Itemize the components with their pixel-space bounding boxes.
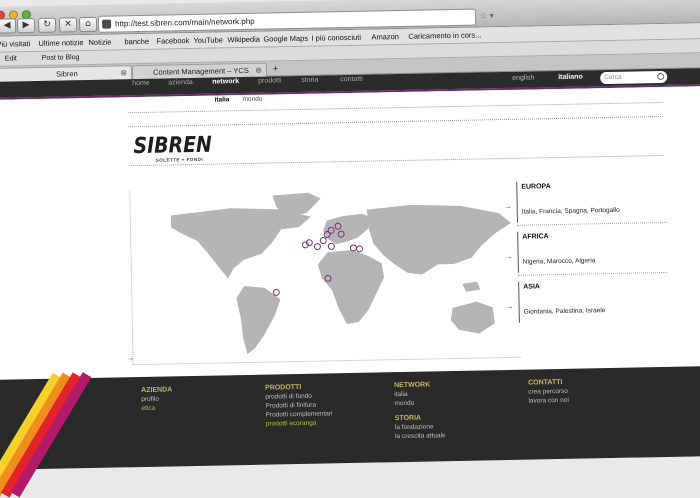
sibren-logo[interactable]: SIBREN SOLETTE + FONDI xyxy=(133,132,225,163)
map-arrow-icon: → xyxy=(126,353,135,363)
footer-azienda: AZIENDA profilo etica xyxy=(141,385,173,413)
site-favicon xyxy=(102,19,112,29)
nav-storia[interactable]: storia xyxy=(301,77,318,84)
footer-contatti: CONTATTI crea percorso lavora con noi xyxy=(528,378,569,406)
tab-label: Sibren xyxy=(55,69,78,79)
page-content: italia mondo SIBREN SOLETTE + FONDI → EU… xyxy=(0,85,700,380)
region-countries: Italia, Francia, Spagna, Portogallo xyxy=(516,191,667,223)
nav-home[interactable]: home xyxy=(132,80,150,87)
nav-azienda[interactable]: azienda xyxy=(168,79,193,86)
region-africa: AFRICA Nigeria, Marocco, Algeria → xyxy=(505,228,668,276)
region-arrow-icon[interactable]: → xyxy=(506,302,514,311)
map-marker[interactable] xyxy=(319,237,327,245)
africa-shape xyxy=(317,249,385,325)
footer-network: NETWORK italia mondo STORIA la fondazion… xyxy=(394,380,446,441)
bookmark-item[interactable]: I più conosciuti xyxy=(311,30,361,46)
map-marker[interactable] xyxy=(272,288,280,296)
region-europa: EUROPA Italia, Francia, Spagna, Portogal… xyxy=(504,178,668,226)
bookmark-item[interactable]: Wikipedia xyxy=(227,32,260,48)
new-tab-button[interactable]: + xyxy=(273,61,279,75)
language-italiano[interactable]: italiano xyxy=(558,74,583,81)
region-arrow-icon[interactable]: → xyxy=(504,202,512,211)
footer-link[interactable]: etica xyxy=(141,403,172,413)
south-america-shape xyxy=(236,286,281,354)
nav-network[interactable]: network xyxy=(212,78,239,86)
region-asia: ASIA Giordania, Palestina, Israele → xyxy=(506,278,669,323)
edit-extension[interactable]: Edit xyxy=(5,52,17,65)
footer-heading: AZIENDA xyxy=(141,386,173,395)
divider xyxy=(128,115,663,128)
logo-wordmark: SIBREN xyxy=(133,132,213,160)
search-icon[interactable] xyxy=(657,72,665,81)
close-tab-icon[interactable]: ⊗ xyxy=(120,66,127,80)
europe-shape xyxy=(323,213,375,245)
search-placeholder: Cerca xyxy=(604,73,622,82)
footer-prodotti: PRODOTTI prodotti di fondo Prodotti di f… xyxy=(265,382,333,428)
forward-arrow-icon[interactable]: ▶ xyxy=(16,18,36,34)
language-english[interactable]: english xyxy=(512,74,534,81)
bookmark-item[interactable]: Notizie xyxy=(88,35,111,50)
world-map xyxy=(129,182,521,366)
asia-shape xyxy=(366,204,511,275)
reload-icon[interactable]: ↻ xyxy=(37,17,57,33)
footer-link[interactable]: la crescita attuale xyxy=(395,431,446,441)
map-marker[interactable] xyxy=(349,244,357,252)
close-tab-icon[interactable]: ⊗ xyxy=(255,64,262,78)
site-footer: AZIENDA profilo etica PRODOTTI prodotti … xyxy=(0,365,700,498)
bookmark-item[interactable]: Google Maps xyxy=(263,31,308,47)
post-to-blog-extension[interactable]: Post to Blog xyxy=(42,51,80,65)
back-arrow-icon[interactable]: ◀ xyxy=(0,18,17,34)
region-countries: Nigeria, Marocco, Algeria xyxy=(517,241,668,273)
home-icon[interactable]: ⌂ xyxy=(78,16,98,33)
url-text: http://test.sibren.com/main/network.php xyxy=(115,16,255,29)
continents xyxy=(170,192,511,354)
bookmark-item[interactable]: Più visitati xyxy=(0,36,30,52)
divider xyxy=(517,271,668,276)
url-dropdown-icon[interactable]: ☆ ▾ xyxy=(480,11,494,20)
footer-link[interactable]: lavora con noi xyxy=(528,396,569,406)
bookmark-item[interactable]: Ultime notizie xyxy=(38,35,83,51)
bookmark-item[interactable]: Facebook xyxy=(156,33,189,49)
nav-contatti[interactable]: contatti xyxy=(340,76,363,83)
subnav-mondo[interactable]: mondo xyxy=(243,96,263,103)
region-countries: Giordania, Palestina, Israele xyxy=(518,291,669,323)
tab-label: Content Management – YCS xyxy=(152,65,249,77)
map-marker[interactable] xyxy=(355,245,363,253)
divider xyxy=(517,221,668,226)
bookmark-item[interactable]: banche xyxy=(124,34,149,49)
search-input[interactable]: Cerca xyxy=(600,70,668,85)
nav-prodotti[interactable]: prodotti xyxy=(258,77,281,84)
stop-icon[interactable]: ✕ xyxy=(58,17,78,33)
footer-link[interactable]: mondo xyxy=(394,398,445,408)
footer-link[interactable]: prodotti ecoranga xyxy=(266,418,333,428)
bookmark-item[interactable]: Amazon xyxy=(371,29,399,45)
divider xyxy=(127,101,663,114)
map-marker[interactable] xyxy=(327,242,335,250)
subnav-italia[interactable]: italia xyxy=(215,96,230,103)
north-america-shape xyxy=(170,208,311,279)
islands-shape xyxy=(462,281,481,292)
australia-shape xyxy=(450,301,495,334)
world-map-svg xyxy=(170,192,511,354)
browser-window: ◀ ▶ ↻ ✕ ⌂ http://test.sibren.com/main/ne… xyxy=(0,0,700,498)
region-arrow-icon[interactable]: → xyxy=(505,252,513,261)
map-marker[interactable] xyxy=(313,243,321,251)
bookmark-item[interactable]: YouTube xyxy=(193,32,223,48)
bookmark-item[interactable]: Caricamento in cors... xyxy=(408,27,481,43)
